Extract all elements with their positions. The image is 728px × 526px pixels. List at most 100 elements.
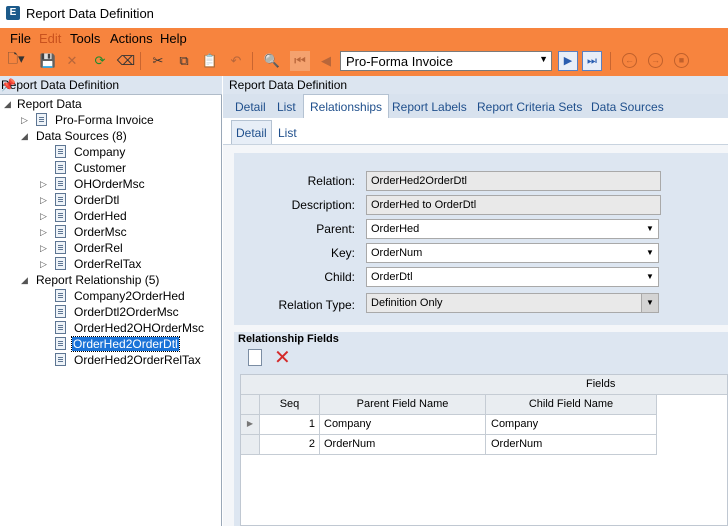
- tree-item-orderhed2ohordermsc[interactable]: OrderHed2OHOrderMsc: [74, 321, 204, 335]
- tab-report-labels[interactable]: Report Labels: [392, 100, 467, 114]
- title-bar: E Report Data Definition: [0, 0, 728, 28]
- app-icon: E: [6, 6, 20, 20]
- expand-icon[interactable]: ▷: [40, 259, 47, 270]
- expand-icon[interactable]: ▷: [21, 115, 28, 126]
- table-cell[interactable]: OrderNum: [320, 435, 486, 455]
- pin-icon[interactable]: 📌: [1, 78, 214, 92]
- table-cell[interactable]: Company: [486, 415, 657, 435]
- delete-row-icon[interactable]: ✕: [274, 346, 291, 370]
- last-record-icon[interactable]: ⏭: [582, 51, 602, 71]
- child-label: Child:: [324, 270, 355, 284]
- chevron-down-icon[interactable]: ▼: [642, 268, 658, 286]
- table-icon: [55, 161, 66, 174]
- delete-icon[interactable]: ✕: [62, 51, 82, 71]
- previous-record-icon[interactable]: ◀: [316, 51, 336, 71]
- clear-icon[interactable]: ⌫: [116, 51, 136, 71]
- column-header-child-field[interactable]: Child Field Name: [486, 395, 657, 415]
- first-record-icon[interactable]: ⏮: [290, 51, 310, 71]
- chevron-down-icon[interactable]: ▼: [642, 220, 658, 238]
- table-icon: [55, 193, 66, 206]
- stop-icon[interactable]: ■: [674, 53, 689, 68]
- collapse-icon[interactable]: ◢: [21, 275, 28, 286]
- expand-icon[interactable]: ▷: [40, 243, 47, 254]
- table-icon: [55, 177, 66, 190]
- relation-field[interactable]: OrderHed2OrderDtl: [366, 171, 661, 191]
- tab-report-criteria-sets[interactable]: Report Criteria Sets: [477, 100, 582, 114]
- cut-icon[interactable]: ✂: [148, 51, 168, 71]
- row-selector-icon[interactable]: ▶: [241, 415, 260, 435]
- tab-list[interactable]: List: [277, 100, 296, 114]
- subtab-list[interactable]: List: [278, 126, 297, 140]
- search-icon[interactable]: 🔍: [262, 51, 282, 71]
- key-combo[interactable]: OrderNum ▼: [366, 243, 659, 263]
- menu-help[interactable]: Help: [160, 31, 187, 46]
- child-value: OrderDtl: [371, 271, 413, 283]
- tree-root[interactable]: Report Data: [17, 97, 82, 111]
- expand-icon[interactable]: ▷: [40, 179, 47, 190]
- back-icon[interactable]: ←: [622, 53, 637, 68]
- table-row[interactable]: 1: [260, 415, 320, 435]
- table-icon: [55, 241, 66, 254]
- toolbar-separator: [252, 52, 253, 70]
- main-tabs: Detail List Relationships Report Labels …: [223, 94, 728, 118]
- tree-item-company[interactable]: Company: [74, 145, 125, 159]
- menu-actions[interactable]: Actions: [110, 31, 153, 46]
- column-header-seq[interactable]: Seq: [260, 395, 320, 415]
- column-header-parent-field[interactable]: Parent Field Name: [320, 395, 486, 415]
- tree-item-orderhed2orderreltax[interactable]: OrderHed2OrderRelTax: [74, 353, 201, 367]
- collapse-icon[interactable]: ◢: [4, 99, 11, 110]
- description-field[interactable]: OrderHed to OrderDtl: [366, 195, 661, 215]
- new-row-icon[interactable]: [248, 349, 262, 366]
- undo-icon[interactable]: ↶: [226, 51, 246, 71]
- relation-label: Relation:: [307, 174, 355, 188]
- next-record-icon[interactable]: ▶: [558, 51, 578, 71]
- tree-item-orderreltax[interactable]: OrderRelTax: [74, 257, 141, 271]
- save-icon[interactable]: 💾: [38, 51, 58, 71]
- relationship-icon: [55, 321, 66, 334]
- report-icon: [36, 113, 47, 126]
- tree-data-sources[interactable]: Data Sources (8): [36, 129, 127, 143]
- table-row[interactable]: 2: [260, 435, 320, 455]
- tree-item-orderdtl[interactable]: OrderDtl: [74, 193, 119, 207]
- subtab-detail[interactable]: Detail: [231, 120, 272, 144]
- copy-icon[interactable]: ⧉: [174, 51, 194, 71]
- menu-toolbar-area: File Edit Tools Actions Help 🗋▾ 💾 ✕ ⟳ ⌫ …: [0, 28, 728, 76]
- expand-icon[interactable]: ▷: [40, 227, 47, 238]
- refresh-icon[interactable]: ⟳: [90, 51, 110, 71]
- expand-icon[interactable]: ▷: [40, 211, 47, 222]
- parent-combo[interactable]: OrderHed ▼: [366, 219, 659, 239]
- chevron-down-icon[interactable]: ▼: [642, 244, 658, 262]
- relation-type-value: Definition Only: [371, 297, 443, 309]
- relationship-icon: [55, 353, 66, 366]
- tab-detail[interactable]: Detail: [235, 100, 266, 114]
- menu-file[interactable]: File: [10, 31, 31, 46]
- tree-item-orderrel[interactable]: OrderRel: [74, 241, 123, 255]
- tree-item-company2orderhed[interactable]: Company2OrderHed: [74, 289, 185, 303]
- tab-data-sources[interactable]: Data Sources: [591, 100, 664, 114]
- row-selector[interactable]: [241, 435, 260, 455]
- tree-item-ohordermsc[interactable]: OHOrderMsc: [74, 177, 145, 191]
- table-cell[interactable]: Company: [320, 415, 486, 435]
- expand-icon[interactable]: ▷: [40, 195, 47, 206]
- paste-icon[interactable]: 📋: [200, 51, 220, 71]
- child-combo[interactable]: OrderDtl ▼: [366, 267, 659, 287]
- forward-icon[interactable]: →: [648, 53, 663, 68]
- collapse-icon[interactable]: ◢: [21, 131, 28, 142]
- tree-item-orderhed[interactable]: OrderHed: [74, 209, 127, 223]
- record-select[interactable]: Pro-Forma Invoice ▼: [340, 51, 552, 71]
- relation-type-combo[interactable]: Definition Only ▼: [366, 293, 659, 313]
- tree-item-customer[interactable]: Customer: [74, 161, 126, 175]
- menu-edit[interactable]: Edit: [39, 31, 61, 46]
- grid-group-header-label: Fields: [586, 378, 616, 390]
- tree-report[interactable]: Pro-Forma Invoice: [55, 113, 154, 127]
- new-icon[interactable]: 🗋▾: [6, 51, 26, 71]
- chevron-down-icon[interactable]: ▼: [641, 294, 658, 312]
- description-value: OrderHed to OrderDtl: [371, 199, 477, 211]
- tree-item-ordermsc[interactable]: OrderMsc: [74, 225, 127, 239]
- tree-report-relationship[interactable]: Report Relationship (5): [36, 273, 159, 287]
- menu-tools[interactable]: Tools: [70, 31, 100, 46]
- table-cell[interactable]: OrderNum: [486, 435, 657, 455]
- tree-item-orderdtl2ordermsc[interactable]: OrderDtl2OrderMsc: [74, 305, 179, 319]
- tab-relationships[interactable]: Relationships: [303, 94, 390, 118]
- tree-item-orderhed2orderdtl[interactable]: OrderHed2OrderDtl: [71, 336, 180, 352]
